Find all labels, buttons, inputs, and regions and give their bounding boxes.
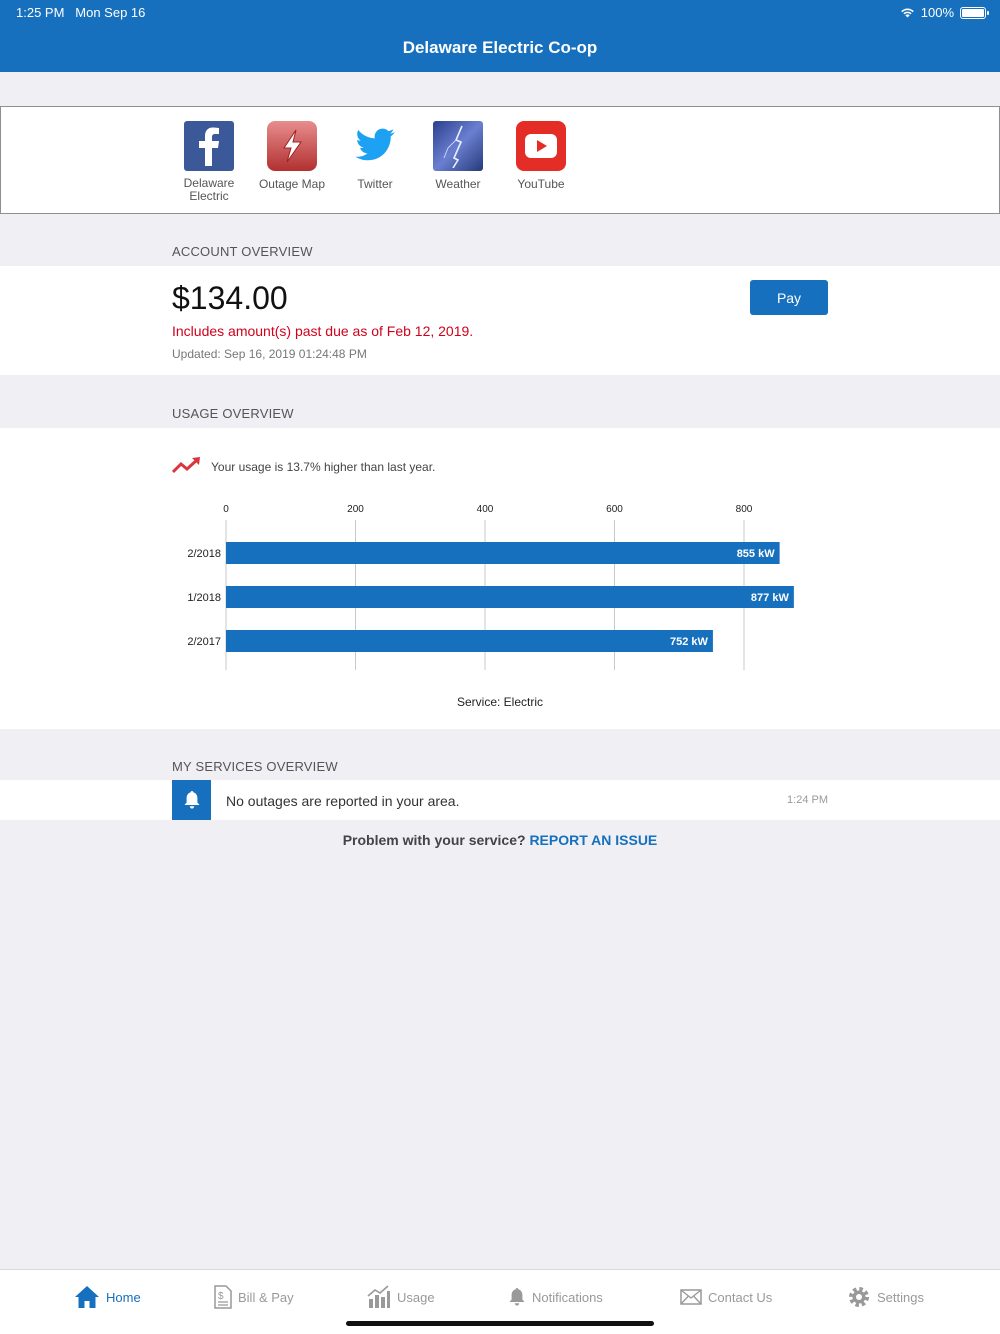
status-date: Mon Sep 16 — [75, 5, 146, 20]
social-label: Outage Map — [258, 177, 326, 191]
usage-chart: 0 200 400 600 800 2/2018 855 kW 1/2018 877 kW 2/2… — [187, 504, 794, 670]
social-label: Delaware Electric — [183, 176, 235, 203]
chart-tick-label: 800 — [736, 504, 753, 515]
services-overview-heading: MY SERVICES OVERVIEW — [172, 759, 338, 774]
tab-label: Contact Us — [708, 1289, 773, 1305]
twitter-icon — [350, 121, 400, 171]
chart-value-label: 877 kW — [751, 592, 790, 604]
home-icon — [75, 1286, 99, 1308]
tab-label: Settings — [877, 1289, 924, 1305]
battery-percent: 100% — [920, 5, 954, 20]
social-facebook[interactable]: Delaware Electric — [169, 121, 249, 203]
updated-timestamp: Updated: Sep 16, 2019 01:24:48 PM — [172, 347, 367, 361]
chart-value-label: 855 kW — [737, 548, 776, 560]
tab-home[interactable]: Home — [74, 1284, 141, 1310]
notification-badge — [172, 780, 211, 820]
social-label: Twitter — [357, 177, 393, 191]
tab-bill-pay[interactable]: $ Bill & Pay — [214, 1284, 294, 1310]
social-label: YouTube — [517, 177, 565, 191]
bell-icon — [509, 1288, 525, 1306]
chart-tick-label: 200 — [347, 504, 364, 515]
tab-label: Bill & Pay — [238, 1289, 294, 1305]
report-prefix: Problem with your service? — [342, 832, 526, 848]
social-links-bar: Delaware Electric Outage Map Twitter Wea… — [0, 106, 1000, 214]
report-issue-line: Problem with your service? REPORT AN ISS… — [0, 832, 1000, 848]
chart-value-label: 752 kW — [670, 636, 709, 648]
service-label: Service: Electric — [456, 695, 544, 709]
notification-row[interactable]: No outages are reported in your area. 1:… — [0, 780, 1000, 820]
notification-time: 1:24 PM — [787, 794, 828, 806]
gear-icon — [849, 1287, 869, 1307]
tab-label: Notifications — [532, 1289, 603, 1305]
bill-icon: $ — [214, 1285, 232, 1309]
account-balance: $134.00 — [172, 280, 288, 316]
chart-bar — [226, 542, 780, 564]
tab-contact-us[interactable]: Contact Us — [680, 1284, 772, 1310]
bell-icon — [184, 791, 199, 809]
social-weather[interactable]: Weather — [418, 121, 498, 191]
chart-bar — [226, 586, 794, 608]
chart-category-label: 2/2017 — [187, 636, 221, 648]
status-right: 100% — [900, 5, 989, 20]
youtube-icon — [516, 121, 566, 171]
page-title: Delaware Electric Co-op — [402, 38, 598, 57]
mail-icon — [680, 1289, 702, 1305]
social-youtube[interactable]: YouTube — [501, 121, 581, 191]
account-overview-heading: ACCOUNT OVERVIEW — [172, 244, 313, 259]
status-bar: 1:25 PM Mon Sep 16 — [16, 5, 145, 20]
outage-map-icon — [267, 121, 317, 171]
facebook-icon — [184, 121, 234, 171]
report-issue-link[interactable]: REPORT AN ISSUE — [529, 832, 657, 848]
account-overview-panel: $134.00 Includes amount(s) past due as o… — [0, 266, 1000, 375]
usage-overview-panel: Your usage is 13.7% higher than last yea… — [0, 428, 1000, 729]
usage-overview-heading: USAGE OVERVIEW — [172, 406, 294, 421]
notification-text: No outages are reported in your area. — [226, 793, 460, 809]
social-label: Weather — [435, 177, 481, 191]
tab-notifications[interactable]: Notifications — [508, 1284, 603, 1310]
svg-text:$: $ — [218, 1291, 224, 1302]
app-header: 1:25 PM Mon Sep 16 100% Delaware Electri… — [0, 0, 1000, 72]
wifi-icon — [900, 8, 914, 18]
trend-up-icon — [172, 457, 200, 474]
chart-tick-label: 600 — [606, 504, 623, 515]
tab-usage[interactable]: Usage — [367, 1284, 435, 1310]
chart-bar — [226, 630, 713, 652]
tab-settings[interactable]: Settings — [847, 1284, 924, 1310]
status-time: 1:25 PM — [16, 5, 65, 20]
pay-button[interactable]: Pay — [750, 280, 828, 315]
battery-icon — [960, 6, 989, 19]
social-twitter[interactable]: Twitter — [335, 121, 415, 191]
tab-label: Usage — [397, 1289, 435, 1305]
chart-tick-label: 0 — [223, 504, 229, 515]
social-outage-map[interactable]: Outage Map — [252, 121, 332, 191]
usage-trend-text: Your usage is 13.7% higher than last yea… — [211, 460, 436, 474]
chart-category-label: 2/2018 — [187, 548, 221, 560]
weather-icon — [433, 121, 483, 171]
chart-category-label: 1/2018 — [187, 592, 221, 604]
chart-tick-label: 400 — [477, 504, 494, 515]
past-due-notice: Includes amount(s) past due as of Feb 12… — [172, 323, 474, 339]
usage-icon — [367, 1285, 390, 1308]
home-indicator — [346, 1321, 654, 1326]
tab-label: Home — [106, 1289, 141, 1305]
